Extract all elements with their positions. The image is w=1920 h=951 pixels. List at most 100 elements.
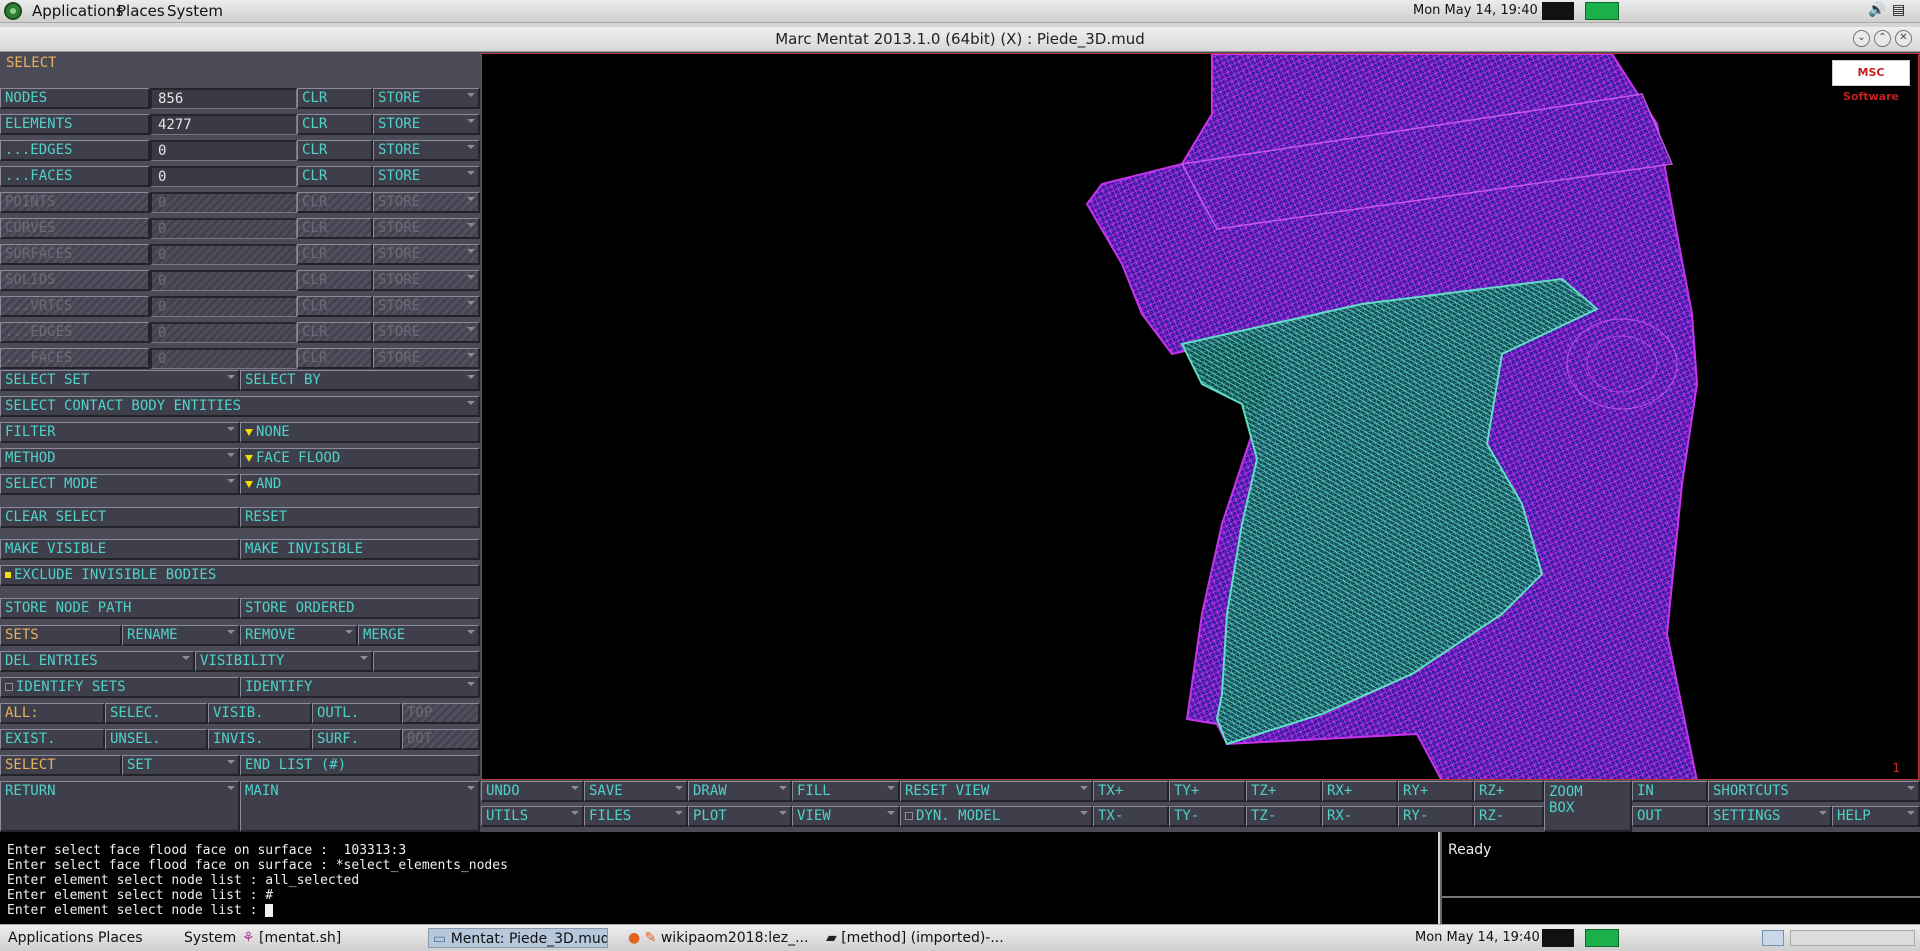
save-button[interactable]: SAVE bbox=[584, 781, 688, 802]
rotate-z-plus-button[interactable]: RZ+ bbox=[1474, 781, 1544, 802]
remove-button[interactable]: REMOVE bbox=[240, 625, 358, 646]
exclude-invisible-toggle[interactable]: EXCLUDE INVISIBLE BODIES bbox=[0, 565, 480, 586]
view-button[interactable]: VIEW bbox=[792, 806, 900, 827]
reset-view-button[interactable]: RESET VIEW bbox=[900, 781, 1093, 802]
translate-y-minus-button[interactable]: TY- bbox=[1169, 806, 1246, 827]
translate-z-minus-button[interactable]: TZ- bbox=[1246, 806, 1322, 827]
select-row-clear-button[interactable]: CLR bbox=[297, 192, 373, 213]
select-row-clear-button[interactable]: CLR bbox=[297, 270, 373, 291]
rotate-y-minus-button[interactable]: RY- bbox=[1398, 806, 1474, 827]
zoom-out-button[interactable]: OUT bbox=[1632, 806, 1708, 827]
memory-monitor-icon[interactable] bbox=[1585, 2, 1619, 20]
all-selected-button[interactable]: SELEC. bbox=[105, 703, 208, 724]
select-row-clear-button[interactable]: CLR bbox=[297, 114, 373, 135]
clock[interactable]: Mon May 14, 19:40 bbox=[1413, 3, 1538, 18]
zoom-box-button[interactable]: ZOOM BOX bbox=[1544, 781, 1632, 832]
select-contact-body-button[interactable]: SELECT CONTACT BODY ENTITIES bbox=[0, 396, 480, 417]
select-row-store-button[interactable]: STORE bbox=[373, 348, 480, 369]
network-icon[interactable]: ▤ bbox=[1892, 2, 1905, 18]
select-row-store-button[interactable]: STORE bbox=[373, 114, 480, 135]
select-row-store-button[interactable]: STORE bbox=[373, 166, 480, 187]
clear-select-button[interactable]: CLEAR SELECT bbox=[0, 507, 240, 528]
workspace-pager[interactable] bbox=[1790, 930, 1915, 946]
select-row-store-button[interactable]: STORE bbox=[373, 244, 480, 265]
memory-monitor-icon[interactable] bbox=[1585, 929, 1619, 947]
select-mode-button[interactable]: SELECT MODE bbox=[0, 474, 240, 495]
utils-button[interactable]: UTILS bbox=[481, 806, 584, 827]
all-visible-button[interactable]: VISIB. bbox=[208, 703, 312, 724]
end-list-button[interactable]: END LIST (#) bbox=[240, 755, 480, 776]
make-invisible-button[interactable]: MAKE INVISIBLE bbox=[240, 539, 480, 560]
fill-button[interactable]: FILL bbox=[792, 781, 900, 802]
taskbar-menu-system[interactable]: System bbox=[180, 928, 244, 948]
select-row-label[interactable]: ...EDGES bbox=[0, 322, 150, 343]
workspace-switcher-icon[interactable] bbox=[1762, 930, 1784, 946]
store-node-path-button[interactable]: STORE NODE PATH bbox=[0, 598, 240, 619]
merge-button[interactable]: MERGE bbox=[358, 625, 480, 646]
translate-x-plus-button[interactable]: TX+ bbox=[1093, 781, 1169, 802]
plot-button[interactable]: PLOT bbox=[688, 806, 792, 827]
store-ordered-button[interactable]: STORE ORDERED bbox=[240, 598, 480, 619]
shortcuts-button[interactable]: SHORTCUTS bbox=[1708, 781, 1920, 802]
select-set-button[interactable]: SELECT SET bbox=[0, 370, 240, 391]
all-outline-button[interactable]: OUTL. bbox=[312, 703, 402, 724]
all-bottom-button[interactable]: BOT bbox=[402, 729, 480, 750]
translate-y-plus-button[interactable]: TY+ bbox=[1169, 781, 1246, 802]
help-button[interactable]: HELP bbox=[1832, 806, 1920, 827]
menu-system[interactable]: System bbox=[167, 2, 223, 20]
method-dropdown[interactable]: FACE FLOOD bbox=[240, 448, 480, 469]
select-row-store-button[interactable]: STORE bbox=[373, 218, 480, 239]
volume-icon[interactable]: 🔊 bbox=[1868, 2, 1885, 18]
reset-button[interactable]: RESET bbox=[240, 507, 480, 528]
minimize-icon[interactable]: ⌄ bbox=[1853, 30, 1870, 47]
identify-button[interactable]: IDENTIFY bbox=[240, 677, 480, 698]
select-row-label[interactable]: ...EDGES bbox=[0, 140, 150, 161]
select-row-clear-button[interactable]: CLR bbox=[297, 140, 373, 161]
make-visible-button[interactable]: MAKE VISIBLE bbox=[0, 539, 240, 560]
cpu-monitor-icon[interactable] bbox=[1542, 929, 1574, 947]
select-row-clear-button[interactable]: CLR bbox=[297, 218, 373, 239]
select-row-label[interactable]: NODES bbox=[0, 88, 150, 109]
select-row-clear-button[interactable]: CLR bbox=[297, 166, 373, 187]
command-console[interactable]: Enter select face flood face on surface … bbox=[0, 832, 1438, 924]
select-row-label[interactable]: CURVES bbox=[0, 218, 150, 239]
del-entries-button[interactable]: DEL ENTRIES bbox=[0, 651, 195, 672]
select-row-store-button[interactable]: STORE bbox=[373, 140, 480, 161]
all-unselected-button[interactable]: UNSEL. bbox=[105, 729, 208, 750]
taskbar-task-method[interactable]: ▰ [method] (imported)-... bbox=[822, 928, 1016, 948]
undo-button[interactable]: UNDO bbox=[481, 781, 584, 802]
rotate-x-minus-button[interactable]: RX- bbox=[1322, 806, 1398, 827]
select-by-button[interactable]: SELECT BY bbox=[240, 370, 480, 391]
rotate-x-plus-button[interactable]: RX+ bbox=[1322, 781, 1398, 802]
select-row-clear-button[interactable]: CLR bbox=[297, 348, 373, 369]
gnome-foot-icon[interactable] bbox=[4, 2, 22, 20]
all-exist-button[interactable]: EXIST. bbox=[0, 729, 105, 750]
dyn-model-toggle[interactable]: DYN. MODEL bbox=[900, 806, 1093, 827]
select-row-clear-button[interactable]: CLR bbox=[297, 88, 373, 109]
set-button[interactable]: SET bbox=[122, 755, 240, 776]
menu-applications[interactable]: Applications bbox=[32, 2, 124, 20]
translate-z-plus-button[interactable]: TZ+ bbox=[1246, 781, 1322, 802]
select-row-clear-button[interactable]: CLR bbox=[297, 296, 373, 317]
select-row-label[interactable]: SURFACES bbox=[0, 244, 150, 265]
select-row-clear-button[interactable]: CLR bbox=[297, 322, 373, 343]
rotate-z-minus-button[interactable]: RZ- bbox=[1474, 806, 1544, 827]
translate-x-minus-button[interactable]: TX- bbox=[1093, 806, 1169, 827]
files-button[interactable]: FILES bbox=[584, 806, 688, 827]
filter-button[interactable]: FILTER bbox=[0, 422, 240, 443]
console-input-line[interactable]: Enter element select node list : bbox=[7, 903, 265, 918]
select-row-clear-button[interactable]: CLR bbox=[297, 244, 373, 265]
select-mode-dropdown[interactable]: AND bbox=[240, 474, 480, 495]
select-row-label[interactable]: ...FACES bbox=[0, 348, 150, 369]
cpu-monitor-icon[interactable] bbox=[1542, 2, 1574, 20]
rename-button[interactable]: RENAME bbox=[122, 625, 240, 646]
select-row-store-button[interactable]: STORE bbox=[373, 270, 480, 291]
select-row-label[interactable]: ...VRTCS bbox=[0, 296, 150, 317]
menu-places[interactable]: Places bbox=[117, 2, 165, 20]
maximize-icon[interactable]: ⌃ bbox=[1874, 30, 1891, 47]
select-row-store-button[interactable]: STORE bbox=[373, 88, 480, 109]
taskbar-task-firefox[interactable]: ● ✎ wikipaom2018:lez_... bbox=[624, 928, 818, 948]
select-row-label[interactable]: ELEMENTS bbox=[0, 114, 150, 135]
visibility-button[interactable]: VISIBILITY bbox=[195, 651, 373, 672]
taskbar-menu-overlay[interactable]: Applications Places bbox=[4, 928, 158, 948]
